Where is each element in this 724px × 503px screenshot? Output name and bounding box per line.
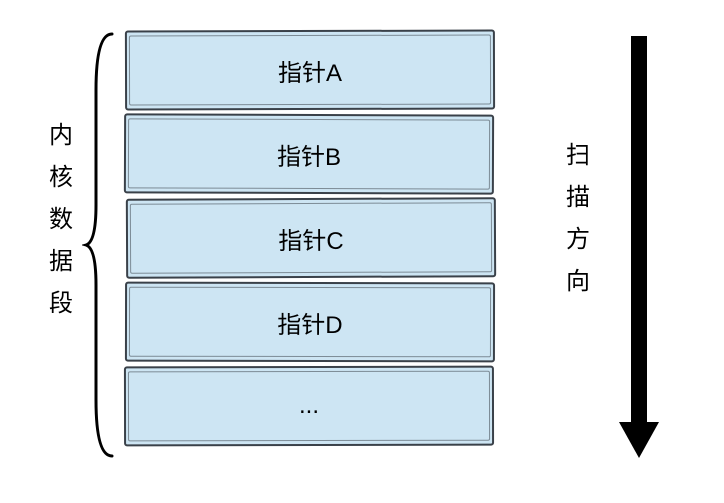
pointer-cell-a: 指针A [125,30,495,111]
pointer-cell-more: ... [124,366,494,447]
pointer-cell-label: 指针C [278,220,343,255]
pointer-cell-label: 指针B [277,136,341,171]
brace-icon [82,30,116,460]
pointer-cell-label: ... [299,392,319,420]
right-vertical-label: 扫描方向 [565,135,591,303]
scan-direction-arrow [617,30,661,460]
diagram-canvas: 内核数据段 指针A 指针B 指针C 指针D ... 扫描方向 [0,0,724,503]
pointer-cell-d: 指针D [125,282,495,363]
pointer-cell-c: 指针C [126,197,496,279]
pointer-cell-label: 指针D [277,304,342,339]
pointer-cell-label: 指针A [278,52,342,87]
arrow-down-icon [617,30,661,460]
pointer-stack: 指针A 指针B 指针C 指针D ... [125,30,495,450]
left-vertical-label: 内核数据段 [48,115,74,325]
pointer-cell-b: 指针B [124,113,494,194]
